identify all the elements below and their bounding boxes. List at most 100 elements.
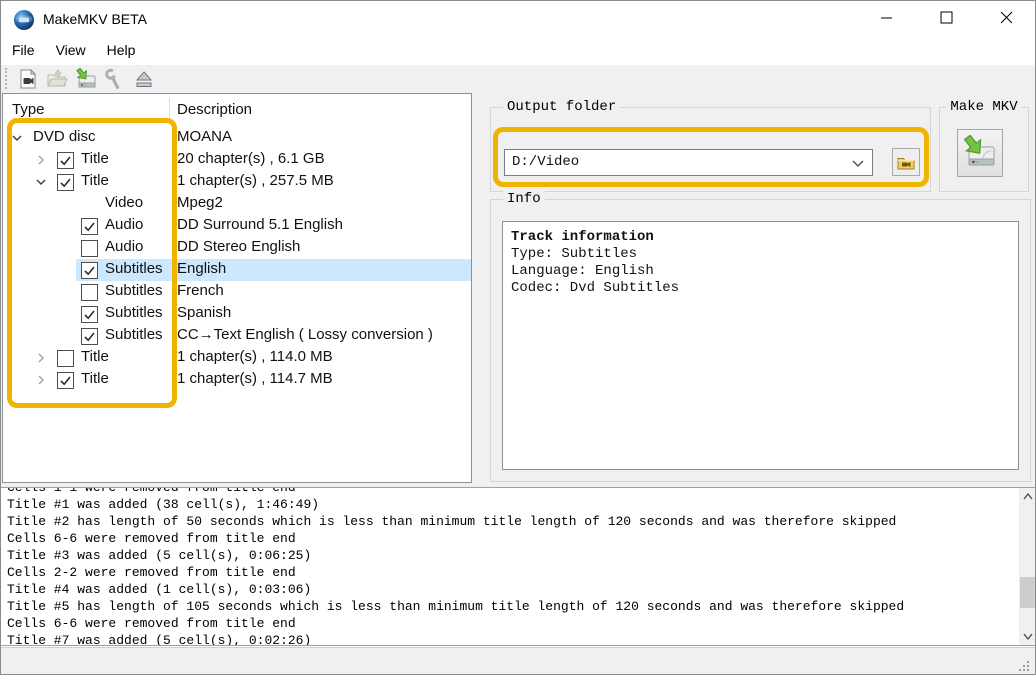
tree-checkbox-unchecked[interactable] [81, 284, 98, 301]
tree-row-audio[interactable]: Audio DD Surround 5.1 English [3, 215, 471, 237]
log-line: Title #1 was added (38 cell(s), 1:46:49) [7, 497, 320, 512]
resize-grip[interactable] [1018, 660, 1031, 673]
tree-row-audio[interactable]: Audio DD Stereo English [3, 237, 471, 259]
status-bar [1, 647, 1035, 674]
tree-description: Mpeg2 [177, 194, 223, 211]
tree-type-label: Title [81, 150, 109, 167]
browse-folder-button[interactable] [892, 148, 920, 176]
preferences-wrench-icon [105, 68, 120, 89]
log-output: Cells 1-1 were removed from title end Tit… [1, 487, 1035, 646]
tree-row-subtitles[interactable]: Subtitles French [3, 281, 471, 303]
close-button[interactable] [983, 1, 1029, 33]
tree-checkbox-unchecked[interactable] [57, 350, 74, 367]
chevron-down-icon [1022, 633, 1033, 640]
make-mkv-button[interactable] [957, 129, 1003, 177]
tree-header: Type Description [3, 94, 471, 124]
add-video-file-button[interactable] [15, 66, 41, 91]
maximize-icon [940, 11, 952, 23]
make-mkv-group: Make MKV [939, 99, 1029, 192]
scroll-up-button[interactable] [1019, 488, 1035, 505]
log-scrollbar [1019, 488, 1035, 645]
output-folder-label: Output folder [503, 99, 621, 115]
output-folder-value: D:/Video [512, 154, 580, 170]
scroll-down-button[interactable] [1019, 628, 1035, 645]
minimize-icon [880, 17, 892, 18]
tree-row-title[interactable]: Title 20 chapter(s) , 6.1 GB [3, 149, 471, 171]
tree-type-label: Audio [105, 238, 144, 255]
tree-description: 20 chapter(s) , 6.1 GB [177, 150, 325, 167]
add-video-file-icon [20, 68, 37, 88]
column-header-description[interactable]: Description [177, 101, 252, 118]
tree-checkbox-checked[interactable] [81, 218, 98, 235]
tree-row-title[interactable]: Title 1 chapter(s) , 257.5 MB [3, 171, 471, 193]
checkmark-icon [84, 310, 95, 320]
column-divider[interactable] [169, 98, 170, 119]
log-line: Title #4 was added (1 cell(s), 0:03:06) [7, 582, 312, 597]
tree-type-label: Subtitles [105, 282, 163, 299]
tree-checkbox-checked[interactable] [81, 306, 98, 323]
tree-checkbox-checked[interactable] [81, 328, 98, 345]
column-header-type[interactable]: Type [12, 101, 45, 118]
tree-description: Spanish [177, 304, 232, 321]
chevron-up-icon [1022, 493, 1033, 500]
track-info-box: Track information Type: Subtitles Langua… [502, 221, 1019, 470]
log-line: Title #2 has length of 50 seconds which … [7, 514, 897, 529]
expander-collapsed-icon [38, 353, 45, 363]
tree-type-label: Subtitles [105, 260, 163, 277]
tree-type-label: DVD disc [33, 128, 96, 145]
output-folder-combobox[interactable]: D:/Video [504, 149, 873, 176]
tree-description: 1 chapter(s) , 257.5 MB [177, 172, 334, 189]
tree-checkbox-checked[interactable] [57, 152, 74, 169]
save-mkv-drive-icon [963, 135, 995, 166]
tree-row-video[interactable]: Video Mpeg2 [3, 193, 471, 215]
tree-checkbox-unchecked[interactable] [81, 240, 98, 257]
output-folder-group: Output folder D:/Video [490, 99, 931, 192]
save-to-mkv-button[interactable] [73, 66, 99, 91]
tree-row-subtitles[interactable]: Subtitles English [3, 259, 471, 281]
tree-checkbox-checked[interactable] [81, 262, 98, 279]
tree-row-title[interactable]: Title 1 chapter(s) , 114.0 MB [3, 347, 471, 369]
checkmark-icon [60, 156, 71, 166]
tree-expander[interactable] [33, 152, 49, 168]
title-bar: MakeMKV BETA [1, 1, 1035, 39]
makemkv-window: MakeMKV BETA File View Help Type Descripti… [0, 0, 1036, 675]
window-title: MakeMKV BETA [43, 11, 147, 27]
open-files-button[interactable] [44, 66, 70, 91]
tree-row-title[interactable]: Title 1 chapter(s) , 114.7 MB [3, 369, 471, 391]
tree-row-subtitles[interactable]: Subtitles Spanish [3, 303, 471, 325]
toolbar-drag-handle[interactable] [5, 68, 7, 89]
tree-expander[interactable] [33, 350, 49, 366]
log-line: Title #3 was added (5 cell(s), 0:06:25) [7, 548, 312, 563]
menu-view[interactable]: View [46, 39, 96, 61]
tree-checkbox-checked[interactable] [57, 372, 74, 389]
log-line-clipped: Cells 1-1 were removed from title end [7, 487, 296, 495]
tree-checkbox-checked[interactable] [57, 174, 74, 191]
tree-row-subtitles[interactable]: Subtitles CC→Text English ( Lossy convers… [3, 325, 471, 347]
tree-description: French [177, 282, 224, 299]
toolbar [1, 65, 1035, 93]
menu-file[interactable]: File [2, 39, 45, 61]
tree-expander[interactable] [33, 174, 49, 190]
tree-type-label: Title [81, 172, 109, 189]
scrollbar-thumb[interactable] [1020, 577, 1035, 608]
tree-description: 1 chapter(s) , 114.0 MB [177, 348, 333, 365]
maximize-button[interactable] [923, 1, 969, 33]
log-line: Cells 2-2 were removed from title end [7, 565, 296, 580]
checkmark-icon [84, 222, 95, 232]
tree-type-label: Subtitles [105, 304, 163, 321]
minimize-button[interactable] [863, 1, 909, 33]
checkmark-icon [84, 266, 95, 276]
tree-expander[interactable] [9, 130, 25, 146]
checkmark-icon [84, 332, 95, 342]
preferences-wrench-button[interactable] [102, 66, 128, 91]
tree-type-label: Subtitles [105, 326, 163, 343]
track-info-type: Type: Subtitles [511, 246, 638, 262]
track-info-language: Language: English [511, 263, 654, 279]
tree-row-dvd-disc[interactable]: DVD disc MOANA [3, 127, 471, 149]
tree-expander[interactable] [33, 372, 49, 388]
makemkv-logo-icon [14, 10, 34, 30]
eject-disc-button[interactable] [131, 66, 157, 91]
chevron-down-icon [852, 160, 864, 167]
log-line: Cells 6-6 were removed from title end [7, 616, 296, 631]
menu-help[interactable]: Help [97, 39, 146, 61]
